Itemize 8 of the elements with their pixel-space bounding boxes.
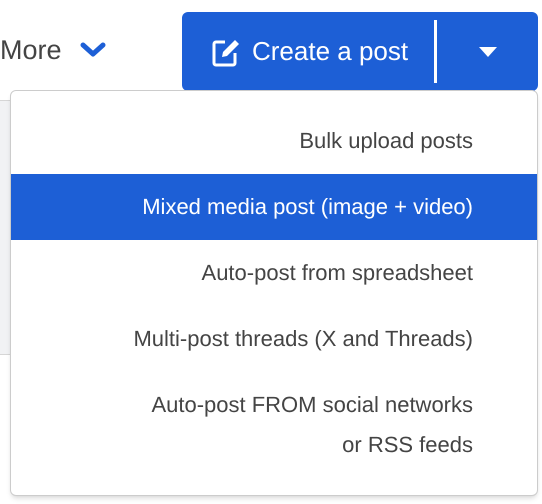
- menu-item[interactable]: Multi-post threads (X and Threads): [11, 306, 537, 372]
- more-menu-button[interactable]: More: [0, 30, 106, 70]
- menu-item[interactable]: Auto-post from spreadsheet: [11, 240, 537, 306]
- chevron-down-icon: [80, 41, 106, 59]
- menu-item[interactable]: Mixed media post (image + video): [11, 174, 537, 240]
- menu-item[interactable]: Bulk upload posts: [11, 108, 537, 174]
- menu-item[interactable]: Auto-post FROM social networks or RSS feeds: [11, 372, 537, 478]
- caret-icon: [478, 46, 497, 56]
